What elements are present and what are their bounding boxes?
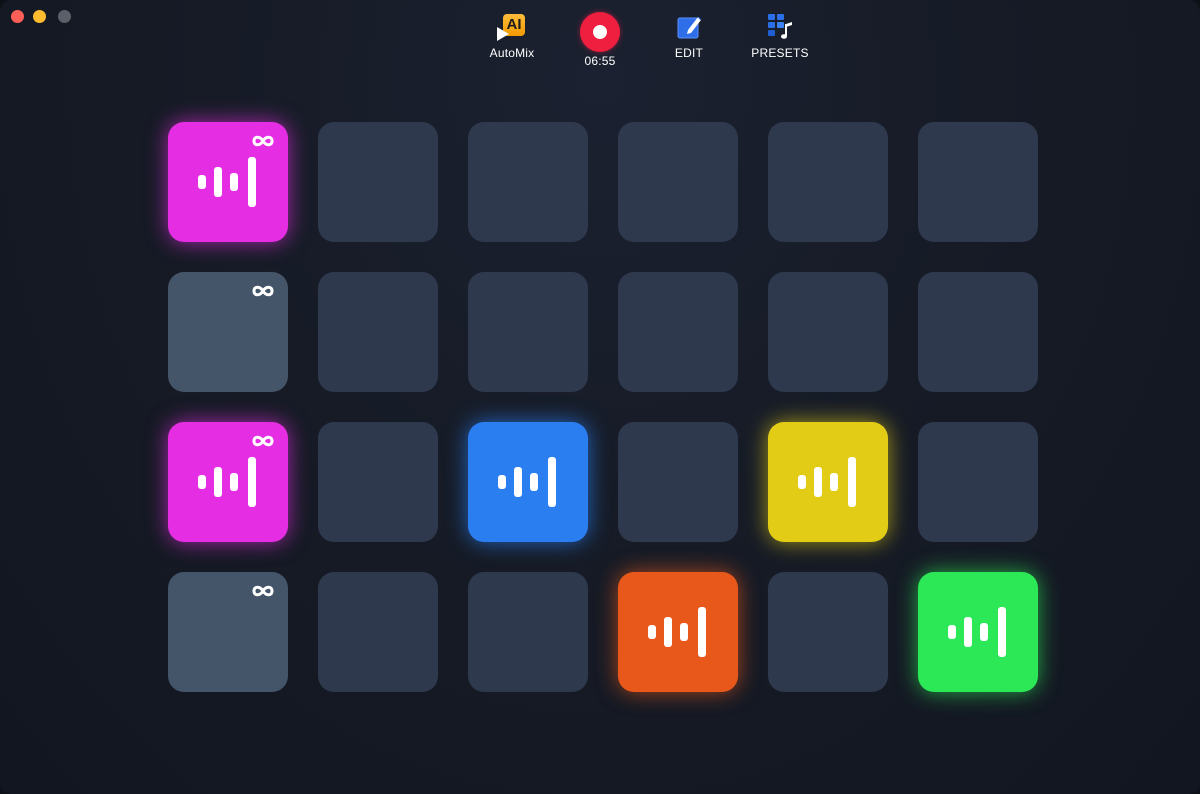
pad-r1-c1[interactable] xyxy=(168,122,288,242)
waveform-icon xyxy=(648,607,706,657)
close-window-button[interactable] xyxy=(11,10,24,23)
pad-r3-c6[interactable] xyxy=(918,422,1038,542)
pad-grid xyxy=(168,122,1038,692)
pad-r2-c6[interactable] xyxy=(918,272,1038,392)
maximize-window-button[interactable] xyxy=(58,10,71,23)
pad-r4-c3[interactable] xyxy=(468,572,588,692)
pad-r1-c2[interactable] xyxy=(318,122,438,242)
infinity-loop-icon xyxy=(252,585,274,597)
presets-label: PRESETS xyxy=(751,46,809,60)
pad-r2-c4[interactable] xyxy=(618,272,738,392)
waveform-icon xyxy=(798,457,856,507)
minimize-window-button[interactable] xyxy=(33,10,46,23)
pad-r4-c1[interactable] xyxy=(168,572,288,692)
pad-r2-c3[interactable] xyxy=(468,272,588,392)
pad-r4-c2[interactable] xyxy=(318,572,438,692)
edit-button[interactable]: EDIT xyxy=(664,12,714,60)
pad-r4-c4[interactable] xyxy=(618,572,738,692)
pad-r3-c5[interactable] xyxy=(768,422,888,542)
edit-icon xyxy=(677,16,702,39)
play-icon xyxy=(497,27,509,41)
pad-r2-c5[interactable] xyxy=(768,272,888,392)
pad-r2-c1[interactable] xyxy=(168,272,288,392)
pad-r3-c3[interactable] xyxy=(468,422,588,542)
toolbar: AI AutoMix 06:55 EDIT PRESETS xyxy=(0,0,1200,80)
app-window: AI AutoMix 06:55 EDIT PRESETS xyxy=(0,0,1200,794)
pad-r1-c3[interactable] xyxy=(468,122,588,242)
pad-r2-c2[interactable] xyxy=(318,272,438,392)
automix-button[interactable]: AI AutoMix xyxy=(482,12,542,60)
pad-r3-c4[interactable] xyxy=(618,422,738,542)
pad-r4-c6[interactable] xyxy=(918,572,1038,692)
waveform-icon xyxy=(498,457,556,507)
infinity-loop-icon xyxy=(252,285,274,297)
ai-automix-icon: AI xyxy=(497,12,527,42)
pad-r1-c6[interactable] xyxy=(918,122,1038,242)
waveform-icon xyxy=(198,157,256,207)
pad-r4-c5[interactable] xyxy=(768,572,888,692)
record-icon xyxy=(580,12,620,52)
pad-r3-c2[interactable] xyxy=(318,422,438,542)
pad-r1-c4[interactable] xyxy=(618,122,738,242)
pad-r3-c1[interactable] xyxy=(168,422,288,542)
edit-label: EDIT xyxy=(674,46,704,60)
waveform-icon xyxy=(948,607,1006,657)
presets-icon xyxy=(768,14,792,39)
waveform-icon xyxy=(198,457,256,507)
presets-button[interactable]: PRESETS xyxy=(748,12,812,60)
automix-label: AutoMix xyxy=(489,46,535,60)
pad-r1-c5[interactable] xyxy=(768,122,888,242)
infinity-loop-icon xyxy=(252,135,274,147)
record-button[interactable]: 06:55 xyxy=(575,12,625,68)
record-time: 06:55 xyxy=(584,54,616,68)
infinity-loop-icon xyxy=(252,435,274,447)
